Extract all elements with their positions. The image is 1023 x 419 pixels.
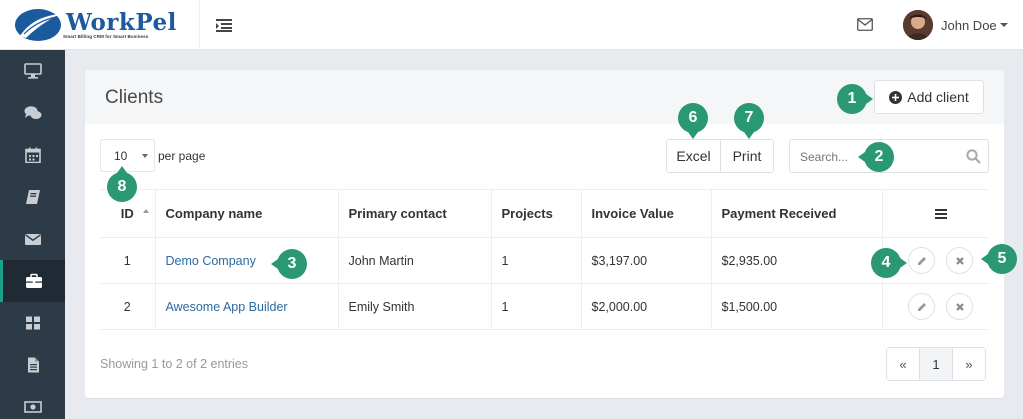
column-header-label: ID — [120, 206, 134, 221]
envelope-icon — [24, 234, 41, 245]
delete-button[interactable] — [946, 247, 974, 274]
avatar-image — [903, 10, 933, 40]
sidebar — [0, 50, 65, 419]
cell-payment: $2,935.00 — [710, 237, 883, 284]
cell-payment: $1,500.00 — [710, 283, 883, 330]
monitor-icon — [23, 63, 42, 79]
callout-marker: 1 — [837, 84, 873, 114]
company-link[interactable]: Demo Company — [166, 254, 256, 268]
brand-logo[interactable]: WorkPel Smart Billing CRM for Smart Busi… — [0, 0, 200, 50]
pagination-prev-button[interactable]: « — [886, 347, 920, 381]
cell-contact: Emily Smith — [337, 283, 492, 330]
cell-company: Demo Company — [154, 237, 339, 284]
callout-marker: 3 — [271, 249, 307, 279]
page-title: Clients — [105, 87, 164, 108]
sidebar-item-knowledge-base[interactable] — [0, 176, 65, 218]
brand-name: WorkPel — [66, 9, 177, 36]
sidebar-item-documents[interactable] — [0, 344, 65, 386]
pencil-icon — [917, 256, 926, 265]
callout-marker: 8 — [107, 166, 137, 202]
delete-button[interactable] — [946, 293, 974, 320]
sidebar-item-dashboard[interactable] — [0, 50, 65, 92]
column-menu-icon[interactable] — [934, 208, 947, 219]
cell-projects: 1 — [490, 237, 582, 284]
add-client-button[interactable]: Add client — [874, 80, 984, 114]
edit-button[interactable] — [908, 247, 935, 274]
sidebar-item-payments[interactable] — [0, 386, 65, 419]
column-header-contact[interactable]: Primary contact — [337, 189, 492, 238]
cell-projects: 1 — [490, 283, 582, 330]
excel-button[interactable]: Excel — [666, 139, 721, 173]
print-button[interactable]: Print — [721, 139, 774, 173]
pagination-page-button[interactable]: 1 — [919, 347, 953, 381]
cell-invoice: $2,000.00 — [580, 283, 712, 330]
cell-id: 1 — [100, 237, 156, 284]
company-link[interactable]: Awesome App Builder — [166, 300, 288, 314]
per-page-caret-icon — [142, 154, 148, 158]
plus-circle-icon — [889, 90, 903, 104]
brand-tagline: Smart Billing CRM for Smart Business — [63, 34, 149, 39]
sidebar-item-modules[interactable] — [0, 302, 65, 344]
edit-button[interactable] — [908, 293, 935, 320]
column-header-actions — [881, 189, 989, 238]
sort-ascending-icon — [142, 209, 149, 213]
per-page-select[interactable]: 10 — [100, 139, 155, 172]
cell-company: Awesome App Builder — [154, 283, 339, 330]
entries-summary: Showing 1 to 2 of 2 entries — [100, 357, 249, 371]
menu-toggle-icon[interactable] — [216, 18, 232, 32]
cell-actions — [881, 283, 989, 330]
pagination-next-button[interactable]: » — [952, 347, 986, 381]
logo-swoosh-icon — [15, 9, 61, 41]
notification-mail-icon[interactable] — [857, 18, 873, 31]
user-name[interactable]: John Doe — [941, 18, 997, 33]
book-icon — [25, 190, 40, 204]
close-icon — [956, 302, 964, 311]
per-page-value: 10 — [114, 148, 128, 163]
column-header-company[interactable]: Company name — [154, 189, 339, 238]
column-header-projects[interactable]: Projects — [490, 189, 582, 238]
close-icon — [956, 256, 964, 265]
export-button-group: Excel Print — [666, 139, 774, 173]
pencil-icon — [917, 302, 926, 311]
calendar-icon — [24, 147, 41, 163]
briefcase-icon — [26, 273, 42, 288]
sidebar-item-calendar[interactable] — [0, 134, 65, 176]
user-avatar[interactable] — [903, 10, 933, 40]
clients-table: ID Company name Primary contact Projects… — [100, 189, 989, 330]
clients-panel: Clients Add client 10 per page Excel Pri… — [85, 70, 1004, 398]
money-icon — [23, 401, 42, 413]
user-menu-caret-icon[interactable] — [1000, 23, 1008, 27]
file-icon — [27, 357, 39, 373]
table-row: 2 Awesome App Builder Emily Smith 1 $2,0… — [100, 283, 989, 330]
table-row: 1 Demo Company John Martin 1 $3,197.00 $… — [100, 237, 989, 284]
callout-marker: 5 — [981, 244, 1017, 274]
cell-contact: John Martin — [337, 237, 492, 284]
grid-icon — [25, 316, 40, 330]
top-bar: WorkPel Smart Billing CRM for Smart Busi… — [0, 0, 1023, 50]
sidebar-item-clients[interactable] — [0, 260, 65, 302]
search-icon[interactable] — [966, 149, 981, 164]
callout-marker: 7 — [734, 103, 764, 139]
callout-marker: 4 — [871, 248, 907, 278]
cell-id: 2 — [100, 283, 156, 330]
cell-invoice: $3,197.00 — [580, 237, 712, 284]
callout-marker: 2 — [858, 142, 894, 172]
column-header-invoice[interactable]: Invoice Value — [580, 189, 712, 238]
pagination: « 1 » — [886, 347, 986, 381]
chat-icon — [24, 106, 41, 119]
sidebar-item-messages[interactable] — [0, 92, 65, 134]
column-header-payment[interactable]: Payment Received — [710, 189, 883, 238]
sidebar-item-email[interactable] — [0, 218, 65, 260]
add-client-label: Add client — [907, 89, 969, 105]
per-page-label: per page — [158, 149, 206, 163]
callout-marker: 6 — [678, 103, 708, 139]
table-header-row: ID Company name Primary contact Projects… — [100, 189, 989, 238]
